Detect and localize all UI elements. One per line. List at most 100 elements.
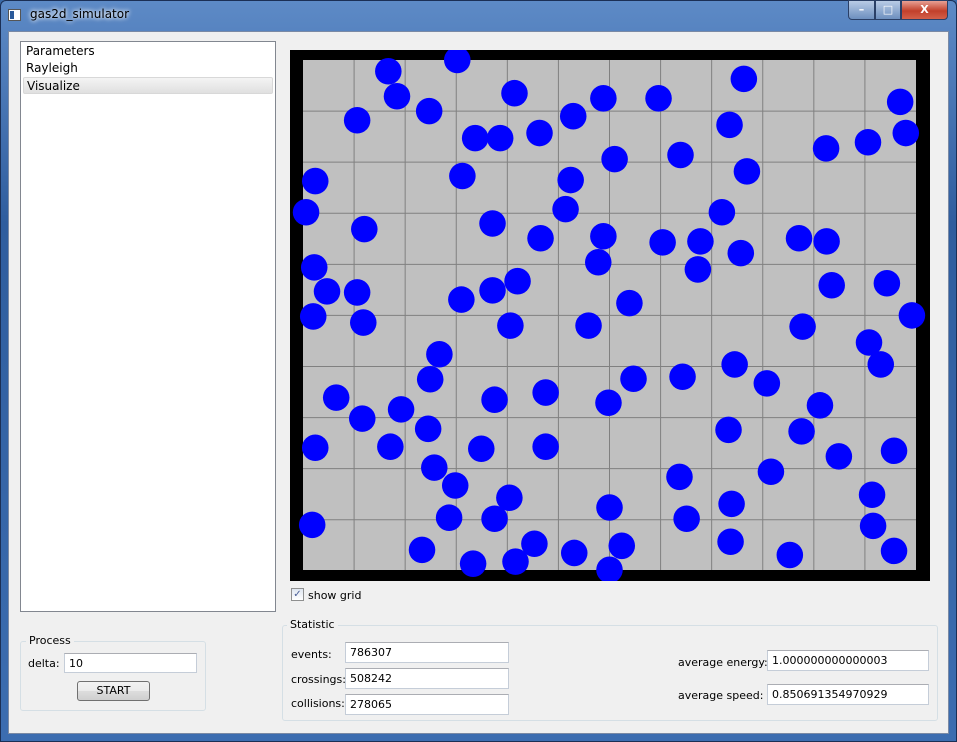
particle	[854, 128, 882, 156]
particle	[532, 433, 559, 460]
particle	[377, 433, 404, 460]
particle	[426, 340, 453, 368]
particle	[299, 303, 327, 330]
particle	[459, 550, 487, 577]
particle	[526, 119, 553, 147]
app-icon	[8, 9, 21, 21]
particle	[351, 215, 378, 243]
average-energy-field[interactable]: 1.000000000000003	[767, 650, 929, 671]
delta-label: delta:	[28, 657, 60, 670]
particle	[880, 537, 908, 565]
particle	[479, 210, 506, 237]
particle	[313, 278, 341, 305]
particle	[645, 85, 672, 112]
close-button[interactable]: X	[901, 0, 948, 20]
particle	[501, 79, 528, 107]
particle	[595, 389, 622, 417]
mode-list[interactable]: Parameters Rayleigh Visualize	[20, 41, 276, 612]
particle	[684, 256, 712, 283]
particle	[527, 225, 554, 252]
particle	[449, 162, 476, 190]
particle	[757, 458, 785, 486]
particle	[608, 532, 636, 560]
particle	[687, 228, 714, 255]
events-field[interactable]: 786307	[345, 642, 509, 663]
particle	[350, 309, 377, 336]
particle	[825, 443, 853, 470]
show-grid-label[interactable]: show grid	[308, 589, 361, 602]
particle	[880, 437, 908, 465]
list-item-visualize[interactable]: Visualize	[23, 77, 273, 94]
particle	[408, 536, 436, 564]
particle	[620, 365, 647, 393]
particle	[776, 541, 804, 569]
crossings-field[interactable]: 508242	[345, 668, 509, 689]
particle	[481, 386, 508, 413]
particle	[715, 416, 742, 444]
particle	[414, 415, 442, 443]
particle	[504, 267, 531, 295]
particle	[812, 135, 840, 162]
particle	[575, 312, 602, 339]
particle	[298, 511, 326, 539]
delta-input[interactable]: 10	[64, 653, 197, 673]
particle	[667, 141, 694, 169]
particle	[415, 97, 443, 125]
average-energy-label: average energy:	[678, 656, 768, 669]
particle	[301, 167, 329, 195]
particle	[730, 65, 758, 93]
particle	[497, 312, 524, 339]
particle	[559, 102, 587, 130]
simulation-canvas	[290, 50, 930, 581]
particle	[892, 119, 920, 147]
particle	[727, 239, 755, 267]
minimize-button[interactable]: –	[848, 0, 875, 20]
particle	[416, 366, 444, 393]
particle	[873, 269, 901, 297]
average-speed-label: average speed:	[678, 689, 764, 702]
particle	[532, 379, 559, 406]
particle	[343, 279, 371, 306]
particle	[421, 454, 448, 481]
particle	[468, 435, 495, 463]
crossings-label: crossings:	[291, 673, 346, 686]
show-grid-checkbox[interactable]: ✓	[291, 588, 304, 601]
particle	[718, 490, 745, 518]
particle	[292, 198, 320, 226]
client-area: Parameters Rayleigh Visualize Process de…	[8, 31, 949, 734]
average-speed-field[interactable]: 0.850691354970929	[767, 684, 929, 705]
start-button[interactable]: START	[77, 681, 150, 701]
particle	[552, 195, 579, 223]
particle	[461, 124, 489, 152]
particle	[502, 548, 529, 575]
particle	[590, 85, 617, 112]
particle	[616, 289, 643, 317]
collisions-field[interactable]: 278065	[345, 694, 509, 715]
particle	[383, 82, 411, 110]
maximize-button[interactable]: □	[875, 0, 901, 20]
particle	[448, 286, 475, 313]
particle	[666, 463, 693, 491]
particle	[557, 166, 584, 194]
particle	[806, 392, 834, 419]
process-group-title: Process	[26, 634, 74, 647]
particle	[813, 228, 840, 255]
particle	[785, 225, 813, 252]
list-item-rayleigh[interactable]: Rayleigh	[23, 60, 273, 77]
particle	[481, 505, 508, 532]
particle	[387, 396, 415, 423]
events-label: events:	[291, 648, 332, 661]
particle	[788, 418, 815, 445]
particle	[886, 88, 914, 116]
title-bar[interactable]: gas2d_simulator – □ X	[0, 0, 957, 31]
particle	[301, 434, 329, 461]
particle	[733, 158, 761, 185]
list-item-parameters[interactable]: Parameters	[23, 43, 273, 60]
particle	[649, 229, 676, 256]
particle	[441, 472, 469, 499]
particle	[348, 405, 376, 432]
process-group: Process delta: 10 START	[20, 634, 206, 711]
particle	[590, 222, 617, 250]
particle	[717, 528, 744, 555]
collisions-label: collisions:	[291, 697, 345, 710]
